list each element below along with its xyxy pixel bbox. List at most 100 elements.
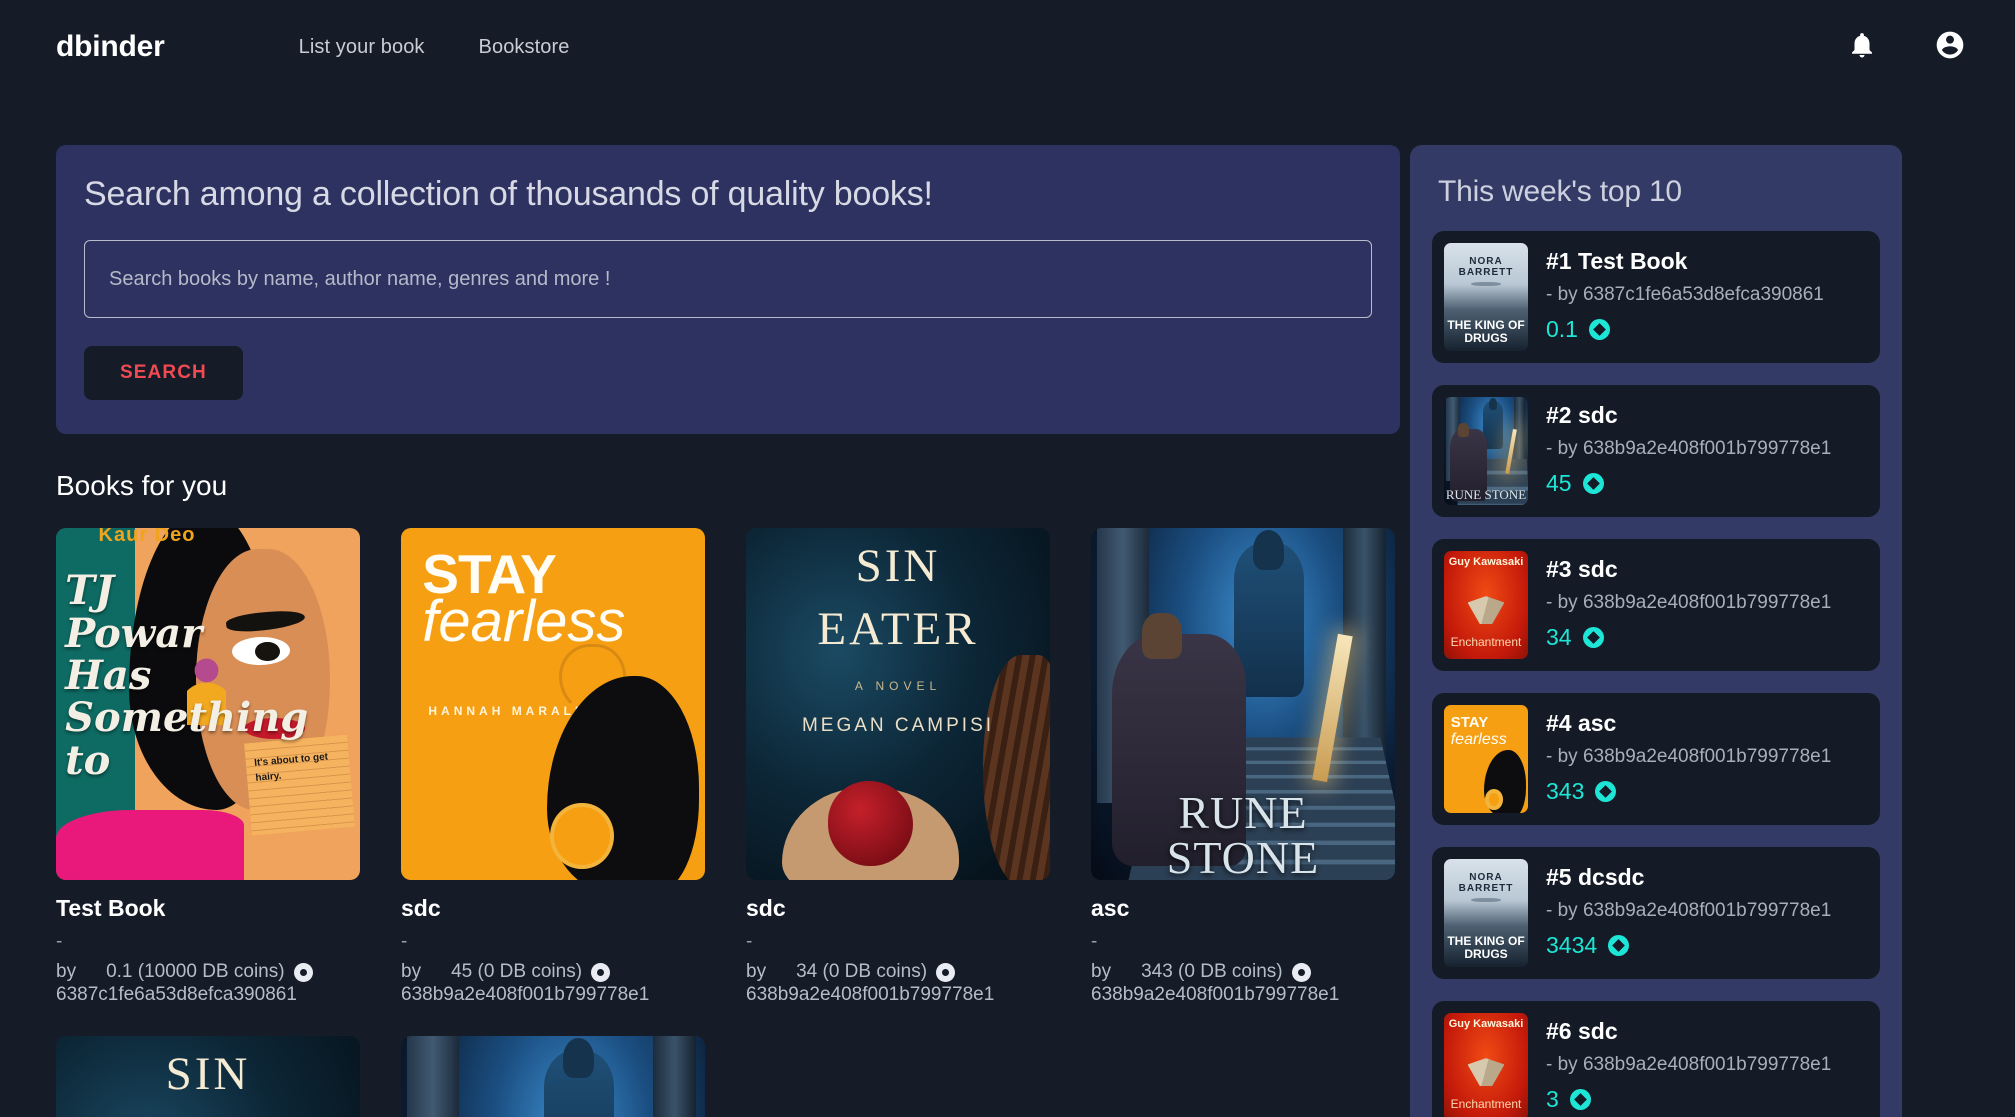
book-thumbnail: NORA BARRETT THE KING OF DRUGS <box>1444 859 1528 967</box>
book-cover[interactable]: SIN EATER A NOVEL MEGAN CAMPISI <box>56 1036 360 1117</box>
book-card[interactable]: RUNE STONE <box>401 1036 705 1117</box>
db-coin-icon <box>1569 1089 1591 1111</box>
book-description: - <box>401 931 408 953</box>
list-item[interactable]: NORA BARRETT THE KING OF DRUGS #1 Test B… <box>1432 231 1880 363</box>
book-cover[interactable]: It's about to get hairy. Kaur Deo TJ Pow… <box>56 528 360 880</box>
top10-author: - by 638b9a2e408f001b799778e1 <box>1546 746 1832 768</box>
cover-art-tj-powar: It's about to get hairy. Kaur Deo TJ Pow… <box>56 528 360 880</box>
db-coin-icon <box>1608 935 1630 957</box>
cover-shape-torso <box>56 809 245 880</box>
cover-title-text: RUNE STONE <box>1091 789 1395 880</box>
nav-item-list-your-book[interactable]: List your book <box>299 36 425 59</box>
list-item[interactable]: RUNE STONE #2 sdc - by 638b9a2e408f001b7… <box>1432 385 1880 517</box>
db-coin-icon <box>1595 781 1617 803</box>
nav-item-bookstore[interactable]: Bookstore <box>479 36 570 59</box>
account-button[interactable] <box>1933 30 1967 64</box>
book-price-text: 45 (0 DB coins) <box>451 961 583 983</box>
book-by-label: by <box>1091 961 1112 983</box>
book-price: 0.1 (10000 DB coins) <box>106 961 313 983</box>
top10-price-text: 3434 <box>1546 932 1598 959</box>
book-meta: by 34 (0 DB coins) 638b9a2e408f001b79977… <box>746 961 1050 1006</box>
list-item[interactable]: Guy Kawasaki Enchantment #6 sdc - by 638… <box>1432 1001 1880 1117</box>
book-card[interactable]: STAY fearless HANNAH MARALIS sdc - by 45… <box>401 528 705 1006</box>
book-card[interactable]: SIN EATER A NOVEL MEGAN CAMPISI <box>56 1036 360 1117</box>
cover-shape-butterfly <box>1467 596 1505 625</box>
book-by-label: by <box>401 961 422 983</box>
db-coin-icon <box>1582 473 1604 495</box>
book-thumbnail: STAY fearless <box>1444 705 1528 813</box>
cover-title-line1: SIN <box>165 1047 251 1100</box>
cover-shape-mage <box>543 1037 614 1117</box>
notifications-button[interactable] <box>1845 30 1879 64</box>
book-card[interactable]: SIN EATER A NOVEL MEGAN CAMPISI sdc - by… <box>746 528 1050 1006</box>
cover-author-text: NORA BARRETT <box>1458 255 1514 279</box>
book-title: asc <box>1091 895 1130 921</box>
top10-title: This week's top 10 <box>1438 175 1682 208</box>
brand-logo[interactable]: dbinder <box>56 30 165 64</box>
list-item-info: #1 Test Book - by 6387c1fe6a53d8efca3908… <box>1546 243 1868 351</box>
top10-author: - by 638b9a2e408f001b799778e1 <box>1546 900 1832 922</box>
book-meta: by 343 (0 DB coins) 638b9a2e408f001b7997… <box>1091 961 1395 1006</box>
cover-art-sin-eater: SIN EATER A NOVEL MEGAN CAMPISI <box>56 1036 360 1117</box>
cover-shape-plane <box>1470 897 1502 903</box>
list-item[interactable]: NORA BARRETT THE KING OF DRUGS #5 dcsdc … <box>1432 847 1880 979</box>
book-meta-row: by 34 (0 DB coins) <box>746 961 1050 983</box>
top10-price: 3434 <box>1546 932 1868 959</box>
cover-art-stay-fearless: STAY fearless <box>1444 705 1528 813</box>
cover-title-text: Enchantment <box>1450 635 1522 650</box>
top10-rank-title: #5 dcsdc <box>1546 864 1645 890</box>
list-item[interactable]: Guy Kawasaki Enchantment #3 sdc - by 638… <box>1432 539 1880 671</box>
top10-author: - by 638b9a2e408f001b799778e1 <box>1546 592 1832 614</box>
cover-title-line1: SIN <box>855 539 941 592</box>
book-title: Test Book <box>56 895 166 921</box>
cover-title-text: THE KING OF DRUGS <box>1447 934 1525 961</box>
cover-art-king-of-drugs: NORA BARRETT THE KING OF DRUGS <box>1444 243 1528 351</box>
cover-shape-plane <box>1470 281 1502 287</box>
book-description: - <box>746 931 753 953</box>
book-cover[interactable]: SIN EATER A NOVEL MEGAN CAMPISI <box>746 528 1050 880</box>
cover-art-rune-stone: RUNE STONE <box>1444 397 1528 505</box>
cover-art-king-of-drugs: NORA BARRETT THE KING OF DRUGS <box>1444 859 1528 967</box>
book-cover[interactable]: RUNE STONE <box>1091 528 1395 880</box>
book-author-id: 638b9a2e408f001b799778e1 <box>401 983 650 1005</box>
book-meta: by 0.1 (10000 DB coins) 6387c1fe6a53d8ef… <box>56 961 360 1006</box>
list-item[interactable]: STAY fearless #4 asc - by 638b9a2e408f00… <box>1432 693 1880 825</box>
book-thumbnail: RUNE STONE <box>1444 397 1528 505</box>
db-coin-icon <box>1582 627 1604 649</box>
book-thumbnail: NORA BARRETT THE KING OF DRUGS <box>1444 243 1528 351</box>
cover-art-enchantment: Guy Kawasaki Enchantment <box>1444 551 1528 659</box>
cover-title-text: TJ Powar Has Something to <box>65 567 309 784</box>
cover-title-text: RUNE STONE <box>1445 486 1527 502</box>
page-layout: Search among a collection of thousands o… <box>0 94 2015 1117</box>
top10-price: 34 <box>1546 624 1868 651</box>
top10-price-text: 45 <box>1546 470 1572 497</box>
top10-price: 45 <box>1546 470 1868 497</box>
cover-note-text: It's about to get hairy. <box>253 751 328 784</box>
top10-rank-title: #2 sdc <box>1546 402 1618 428</box>
book-thumbnail: Guy Kawasaki Enchantment <box>1444 1013 1528 1117</box>
book-meta: by 45 (0 DB coins) 638b9a2e408f001b79977… <box>401 961 705 1006</box>
nav-icon-group <box>1845 30 1967 64</box>
book-price-text: 343 (0 DB coins) <box>1141 961 1283 983</box>
top10-panel: This week's top 10 NORA BARRETT THE KING… <box>1410 145 1902 1117</box>
db-coin-icon <box>1291 963 1311 982</box>
cover-title-text: THE KING OF DRUGS <box>1447 318 1525 345</box>
book-card[interactable]: RUNE STONE asc - by 343 (0 DB coins) 638… <box>1091 528 1395 1006</box>
nav-links: List your book Bookstore <box>299 36 570 59</box>
book-card[interactable]: It's about to get hairy. Kaur Deo TJ Pow… <box>56 528 360 1006</box>
top10-rank-title: #3 sdc <box>1546 556 1618 582</box>
db-coin-icon <box>293 963 313 982</box>
search-button[interactable]: SEARCH <box>84 346 243 400</box>
cover-art-rune-stone: RUNE STONE <box>1091 528 1395 880</box>
book-cover[interactable]: RUNE STONE <box>401 1036 705 1117</box>
books-section-title: Books for you <box>56 470 228 501</box>
cover-note: It's about to get hairy. <box>243 734 355 836</box>
book-title: sdc <box>746 895 786 921</box>
book-meta-row: by 343 (0 DB coins) <box>1091 961 1395 983</box>
book-description: - <box>1091 931 1098 953</box>
book-cover[interactable]: STAY fearless HANNAH MARALIS <box>401 528 705 880</box>
book-price: 343 (0 DB coins) <box>1141 961 1311 983</box>
sidebar: This week's top 10 NORA BARRETT THE KING… <box>1410 94 2015 1117</box>
search-input[interactable] <box>84 240 1372 318</box>
cover-author-text: MEGAN CAMPISI <box>801 714 995 736</box>
